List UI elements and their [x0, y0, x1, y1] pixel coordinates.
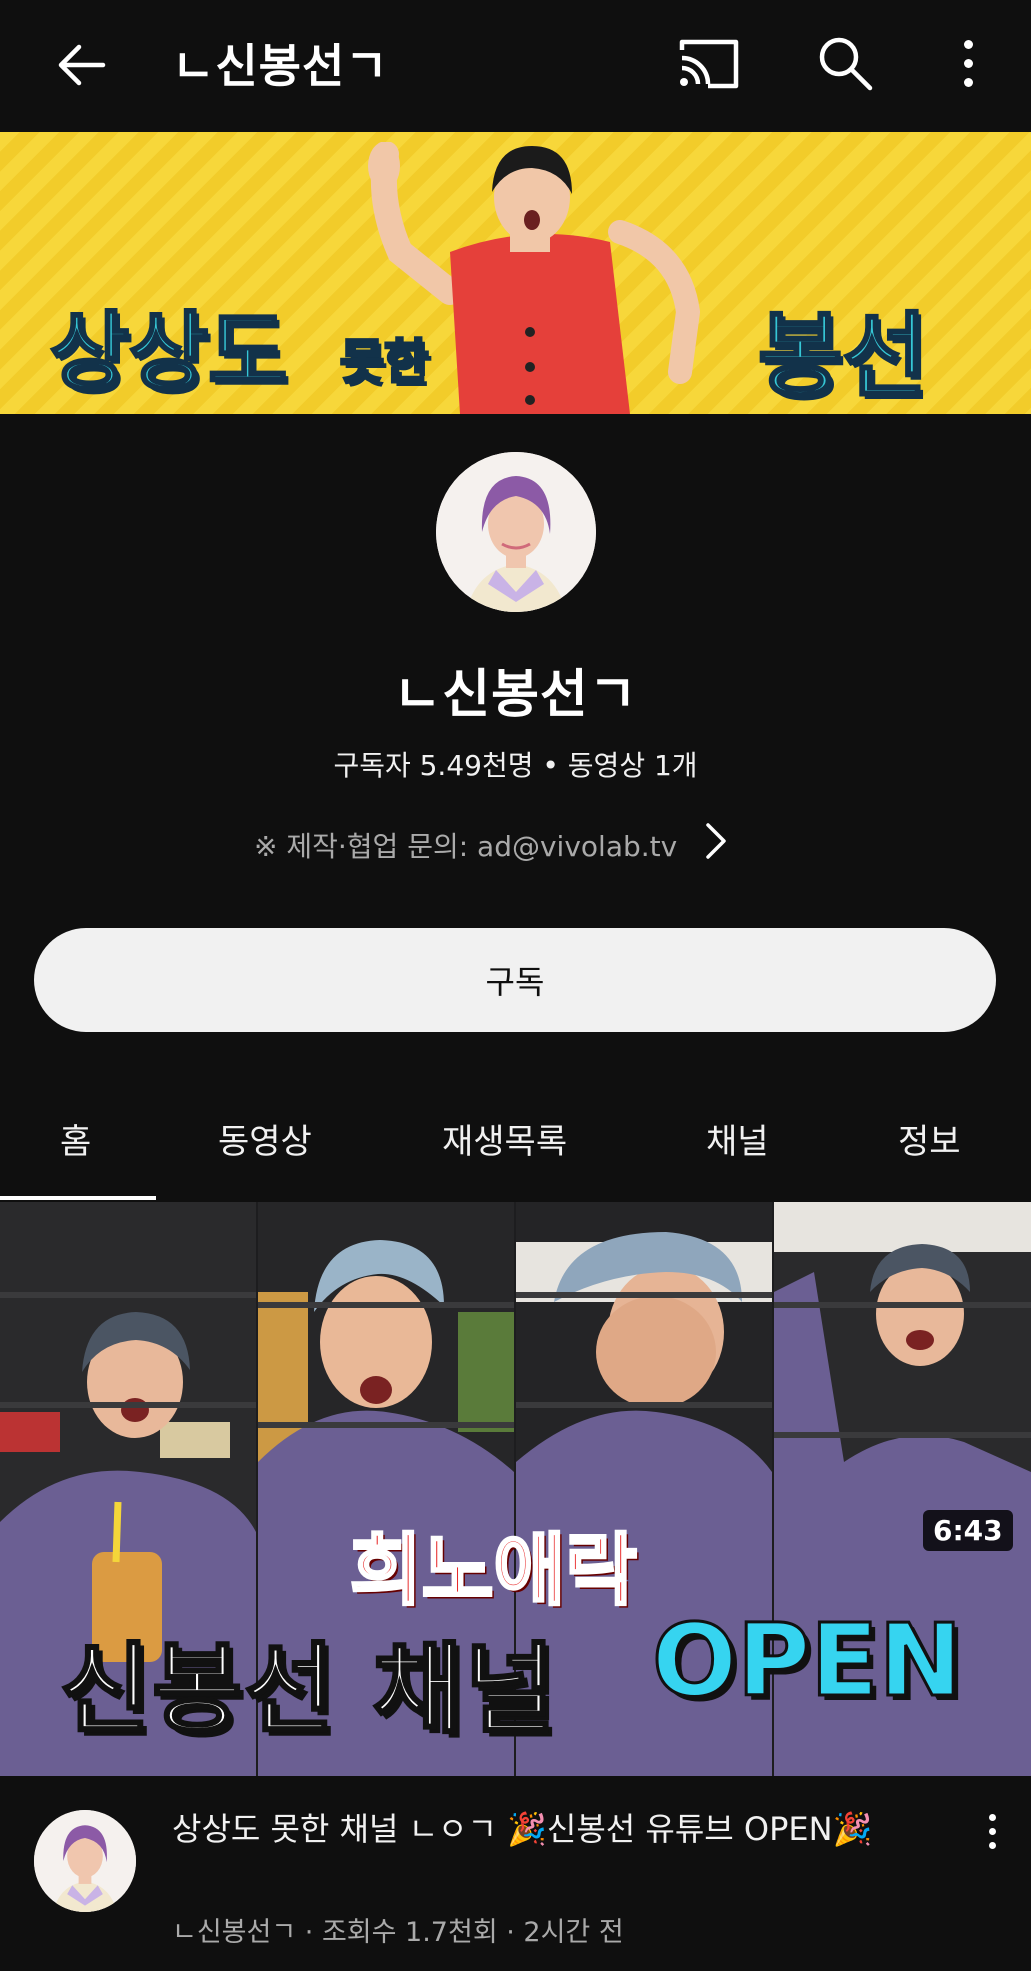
video-meta: ㄴ신봉선ㄱ · 조회수 1.7천회 · 2시간 전	[172, 1917, 624, 1948]
thumbnail-text-open: OPEN	[650, 1601, 963, 1721]
tab-about[interactable]: 정보	[898, 1114, 961, 1163]
channel-tabs: 홈 동영상 재생목록 채널 정보	[0, 1080, 1031, 1200]
channel-title: ㄴ신봉선ㄱ	[172, 39, 389, 93]
back-arrow-icon[interactable]	[50, 34, 112, 96]
channel-name: ㄴ신봉선ㄱ	[393, 665, 638, 725]
subscribe-button[interactable]: 구독	[34, 928, 996, 1032]
video-info[interactable]: 상상도 못한 채널 ㄴㅇㄱ 🎉신봉선 유튜브 OPEN🎉 ㄴ신봉선ㄱ · 조회수…	[0, 1776, 1031, 1971]
video-title[interactable]: 상상도 못한 채널 ㄴㅇㄱ 🎉신봉선 유튜브 OPEN🎉	[172, 1806, 952, 1852]
thumbnail-text-top: 희노애락	[348, 1525, 638, 1618]
thumbnail-text-main: 신봉선 채널	[59, 1632, 557, 1749]
chevron-right-icon	[705, 822, 727, 867]
contact-text: ※ 제작·협업 문의: ad@vivolab.tv	[254, 829, 678, 863]
video-channel-avatar[interactable]	[34, 1810, 136, 1912]
channel-stats: 구독자 5.49천명 • 동영상 1개	[333, 749, 698, 782]
more-vertical-icon[interactable]	[982, 1814, 1002, 1864]
video-thumbnail[interactable]: 희노애락 신봉선 채널 OPEN	[0, 1202, 1031, 1776]
top-app-bar: ㄴ신봉선ㄱ	[0, 0, 1031, 132]
video-duration-badge: 6:43	[923, 1510, 1013, 1551]
more-vertical-icon[interactable]	[948, 32, 988, 94]
banner-text-right: 봉선	[756, 302, 928, 412]
tab-home[interactable]: 홈	[60, 1114, 91, 1163]
cast-icon[interactable]	[676, 36, 742, 92]
search-icon[interactable]	[814, 32, 876, 94]
selected-tab-indicator	[0, 1196, 156, 1200]
channel-description-link[interactable]: ※ 제작·협업 문의: ad@vivolab.tv	[254, 822, 727, 867]
channel-avatar[interactable]	[436, 452, 596, 612]
banner-text-left: 상상도	[48, 302, 288, 405]
tab-playlists[interactable]: 재생목록	[442, 1114, 567, 1163]
tab-channels[interactable]: 채널	[706, 1114, 769, 1163]
channel-banner: 상상도 못한 봉선	[0, 132, 1031, 414]
banner-text-left-small: 못한	[338, 333, 429, 392]
tab-videos[interactable]: 동영상	[218, 1114, 312, 1163]
